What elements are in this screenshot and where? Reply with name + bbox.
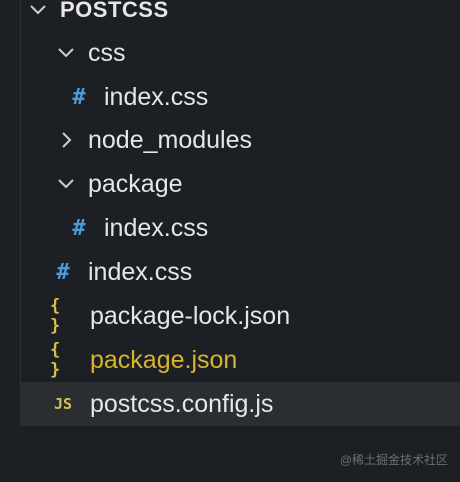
chevron-right-icon — [56, 130, 76, 150]
file-label: index.css — [104, 82, 209, 111]
file-package-lock[interactable]: { } package-lock.json — [20, 294, 460, 338]
file-label: index.css — [88, 257, 193, 286]
folder-package[interactable]: package — [20, 162, 460, 206]
chevron-down-icon — [56, 174, 76, 194]
folder-label: node_modules — [88, 125, 253, 154]
file-postcss-config[interactable]: JS postcss.config.js — [20, 382, 460, 426]
js-icon: JS — [53, 395, 73, 413]
file-label: postcss.config.js — [90, 389, 274, 418]
file-explorer: POSTCSS css # index.css node_modules pac… — [0, 0, 460, 482]
file-label: package.json — [90, 345, 238, 374]
root-folder-postcss[interactable]: POSTCSS — [28, 0, 460, 32]
file-label: index.css — [104, 213, 209, 242]
folder-css[interactable]: css — [20, 31, 460, 75]
css-hash-icon: # — [72, 215, 86, 241]
watermark: @稀土掘金技术社区 — [339, 453, 448, 467]
css-hash-icon: # — [72, 84, 86, 110]
file-package-json[interactable]: { } package.json — [20, 338, 460, 382]
file-root-index[interactable]: # index.css — [20, 250, 460, 294]
folder-label: css — [88, 38, 126, 67]
file-label: package-lock.json — [90, 301, 291, 330]
root-folder-label: POSTCSS — [60, 0, 169, 22]
json-braces-icon: { } — [50, 296, 63, 336]
folder-label: package — [88, 169, 183, 198]
chevron-down-icon — [56, 43, 76, 63]
folder-node-modules[interactable]: node_modules — [20, 118, 460, 162]
json-braces-icon: { } — [50, 340, 63, 380]
file-css-index[interactable]: # index.css — [20, 75, 460, 119]
chevron-down-icon — [28, 0, 48, 20]
css-hash-icon: # — [56, 259, 70, 285]
file-package-index[interactable]: # index.css — [20, 206, 460, 250]
